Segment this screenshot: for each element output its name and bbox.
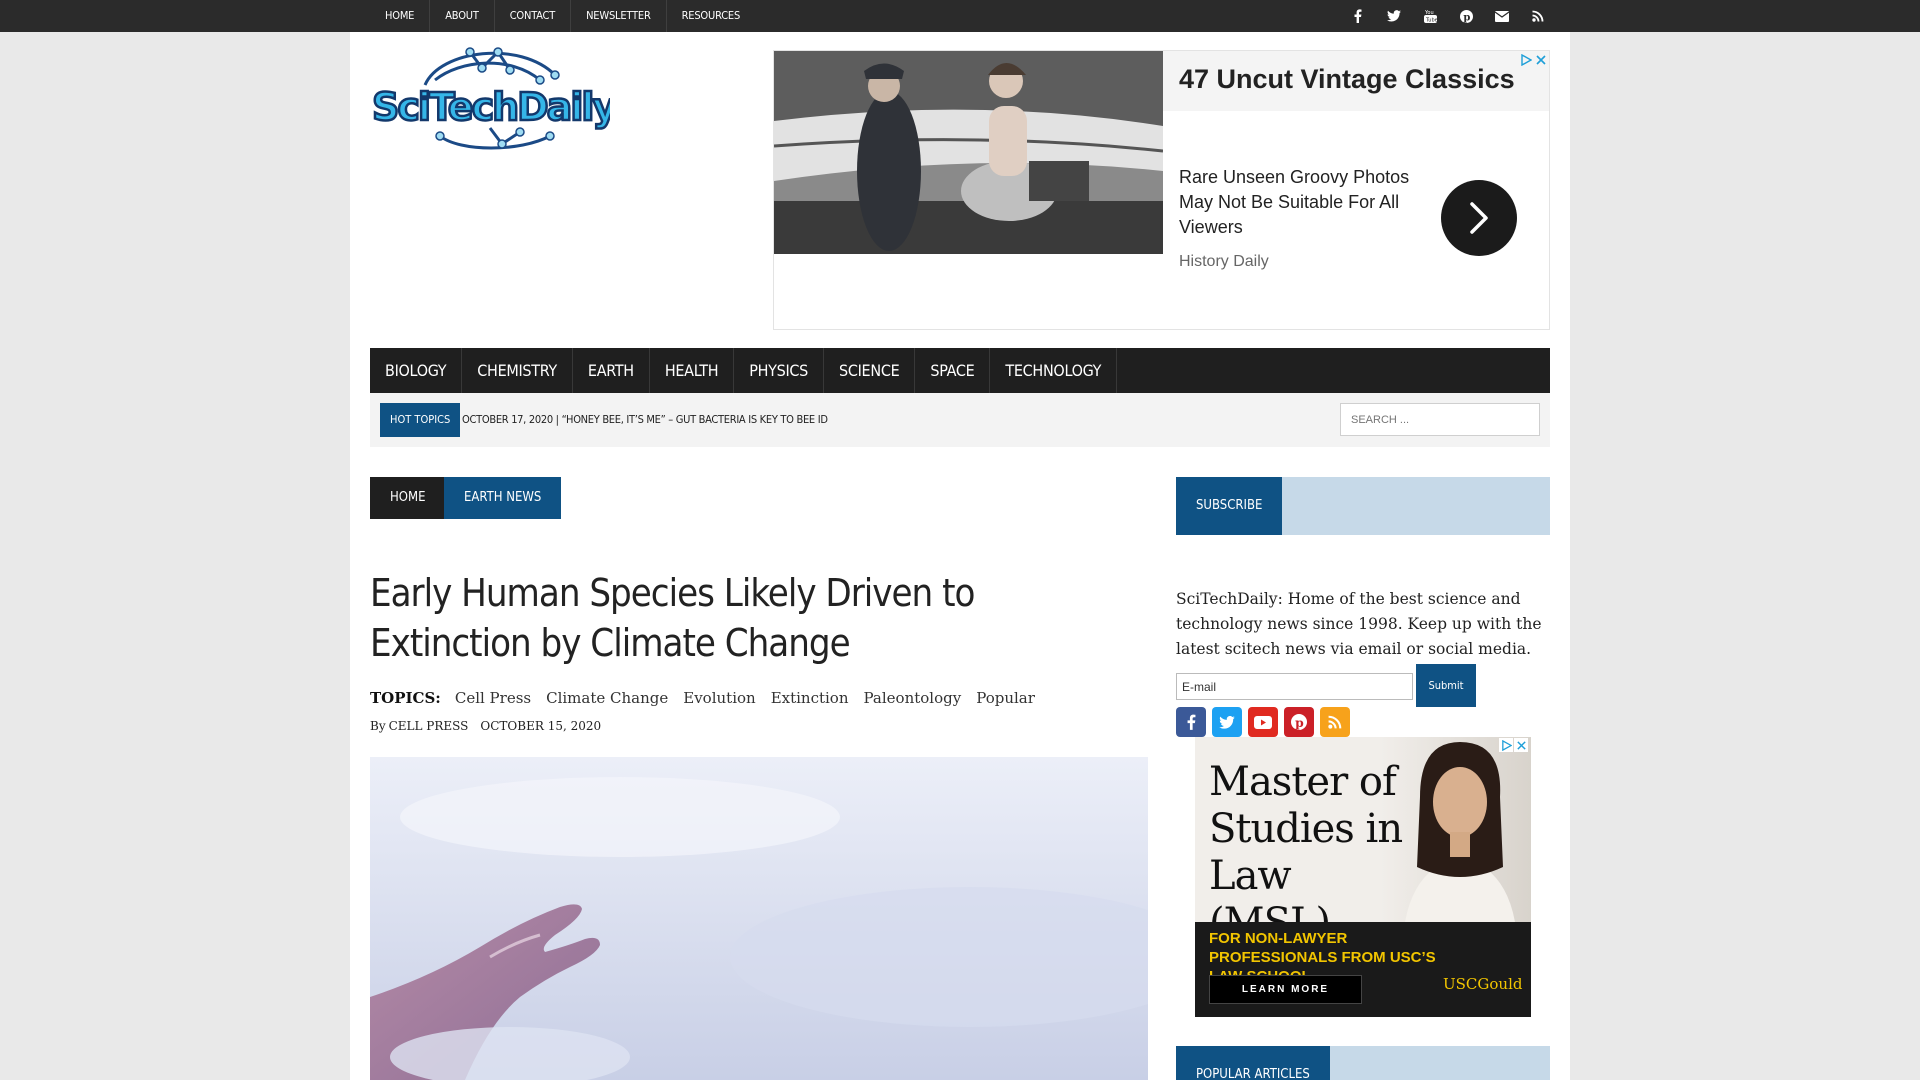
- rss-icon[interactable]: [1520, 0, 1556, 32]
- youtube-icon[interactable]: You Tube: [1412, 0, 1448, 32]
- subscribe-description: SciTechDaily: Home of the best science a…: [1176, 590, 1542, 658]
- ad-source[interactable]: History Daily: [1179, 253, 1269, 271]
- hot-topics-bar: HOT TOPICS OCTOBER 17, 2020 | “HONEY BEE…: [370, 393, 1550, 447]
- rss-icon[interactable]: [1320, 707, 1350, 737]
- topnav-newsletter[interactable]: NEWSLETTER: [571, 0, 667, 32]
- facebook-icon[interactable]: [1176, 707, 1206, 737]
- email-field[interactable]: [1176, 673, 1413, 700]
- email-icon[interactable]: [1484, 0, 1520, 32]
- sidebar-social-links: p: [1176, 707, 1356, 737]
- svg-text:Tube: Tube: [1425, 18, 1437, 24]
- twitter-icon[interactable]: [1376, 0, 1412, 32]
- topnav-home[interactable]: HOME: [370, 0, 431, 32]
- nav-biology[interactable]: BIOLOGY: [370, 348, 463, 393]
- nav-earth[interactable]: EARTH: [573, 348, 650, 393]
- topics-label: TOPICS:: [370, 689, 441, 707]
- topnav-about[interactable]: ABOUT: [430, 0, 495, 32]
- article-byline: By CELL PRESS OCTOBER 15, 2020: [370, 719, 613, 733]
- topic-link[interactable]: Paleontology: [864, 689, 962, 707]
- search-input[interactable]: [1340, 403, 1540, 436]
- chevron-right-icon: [1470, 202, 1488, 234]
- youtube-icon[interactable]: [1248, 707, 1278, 737]
- popular-articles-label: POPULAR ARTICLES: [1176, 1046, 1330, 1080]
- subscribe-label: SUBSCRIBE: [1176, 477, 1283, 535]
- article-title: Early Human Species Likely Driven to Ext…: [370, 571, 975, 665]
- ad-side-headline[interactable]: Master of Studies in Law (MSL): [1209, 759, 1409, 947]
- site-logo[interactable]: SciTechDaily: [370, 40, 621, 155]
- hot-topics-ticker[interactable]: OCTOBER 17, 2020 | “HONEY BEE, IT’S ME” …: [462, 403, 828, 437]
- nav-physics[interactable]: PHYSICS: [734, 348, 825, 393]
- top-bar: HOME ABOUT CONTACT NEWSLETTER RESOURCES …: [0, 0, 1920, 32]
- svg-text:p: p: [1295, 715, 1304, 730]
- ad-side-brand: USCGould: [1443, 975, 1523, 993]
- top-nav: HOME ABOUT CONTACT NEWSLETTER RESOURCES: [370, 0, 755, 32]
- top-advertisement[interactable]: 47 Uncut Vintage Classics Rare Unseen Gr…: [773, 50, 1550, 330]
- adchoices-icon[interactable]: [1519, 53, 1533, 67]
- topnav-resources[interactable]: RESOURCES: [667, 0, 755, 32]
- topic-link[interactable]: Cell Press: [455, 689, 531, 707]
- nav-health[interactable]: HEALTH: [650, 348, 735, 393]
- pinterest-icon[interactable]: p: [1284, 707, 1314, 737]
- main-nav: BIOLOGY CHEMISTRY EARTH HEALTH PHYSICS S…: [370, 348, 1550, 393]
- ad-description[interactable]: Rare Unseen Groovy Photos May Not Be Sui…: [1179, 165, 1419, 240]
- page-container: SciTechDaily 47 Uncut Vintage Classics R…: [350, 32, 1570, 1080]
- article-topics: TOPICS: Cell Press Climate Change Evolut…: [370, 689, 1050, 707]
- adchoices-icon[interactable]: [1499, 738, 1513, 752]
- topic-link[interactable]: Extinction: [771, 689, 849, 707]
- logo-wordmark: SciTechDaily: [372, 85, 610, 129]
- nav-space[interactable]: SPACE: [915, 348, 991, 393]
- byline-prefix: By: [370, 719, 386, 733]
- submit-button[interactable]: Submit: [1416, 664, 1476, 707]
- learn-more-button[interactable]: LEARN MORE: [1209, 975, 1362, 1004]
- ad-headline[interactable]: 47 Uncut Vintage Classics: [1179, 64, 1515, 95]
- facebook-icon[interactable]: [1340, 0, 1376, 32]
- topic-link[interactable]: Evolution: [683, 689, 755, 707]
- nav-technology[interactable]: TECHNOLOGY: [990, 348, 1118, 393]
- subscribe-header: SUBSCRIBE: [1176, 477, 1550, 535]
- article-hero-image: [370, 757, 1148, 1080]
- topic-link[interactable]: Popular: [976, 689, 1035, 707]
- popular-articles-header: POPULAR ARTICLES: [1176, 1046, 1550, 1080]
- top-social-links: You Tube p: [1340, 0, 1556, 32]
- ad-close-icon[interactable]: [1514, 738, 1528, 752]
- article-date: OCTOBER 15, 2020: [480, 719, 602, 733]
- nav-chemistry[interactable]: CHEMISTRY: [462, 348, 573, 393]
- svg-text:You: You: [1424, 10, 1434, 16]
- twitter-icon[interactable]: [1212, 707, 1242, 737]
- ad-close-icon[interactable]: [1534, 53, 1548, 67]
- breadcrumb-category[interactable]: EARTH NEWS: [444, 477, 562, 519]
- topnav-contact[interactable]: CONTACT: [495, 0, 572, 32]
- ad-photo[interactable]: [774, 51, 1163, 254]
- topic-link[interactable]: Climate Change: [546, 689, 668, 707]
- svg-text:p: p: [1463, 12, 1470, 23]
- nav-science[interactable]: SCIENCE: [824, 348, 916, 393]
- hot-topics-label: HOT TOPICS: [380, 403, 461, 437]
- sidebar-advertisement[interactable]: Master of Studies in Law (MSL) FOR NON-L…: [1195, 737, 1531, 1017]
- pinterest-icon[interactable]: p: [1448, 0, 1484, 32]
- ad-next-button[interactable]: [1441, 180, 1517, 256]
- article-author[interactable]: CELL PRESS: [389, 719, 469, 733]
- breadcrumb-home[interactable]: HOME: [370, 477, 446, 519]
